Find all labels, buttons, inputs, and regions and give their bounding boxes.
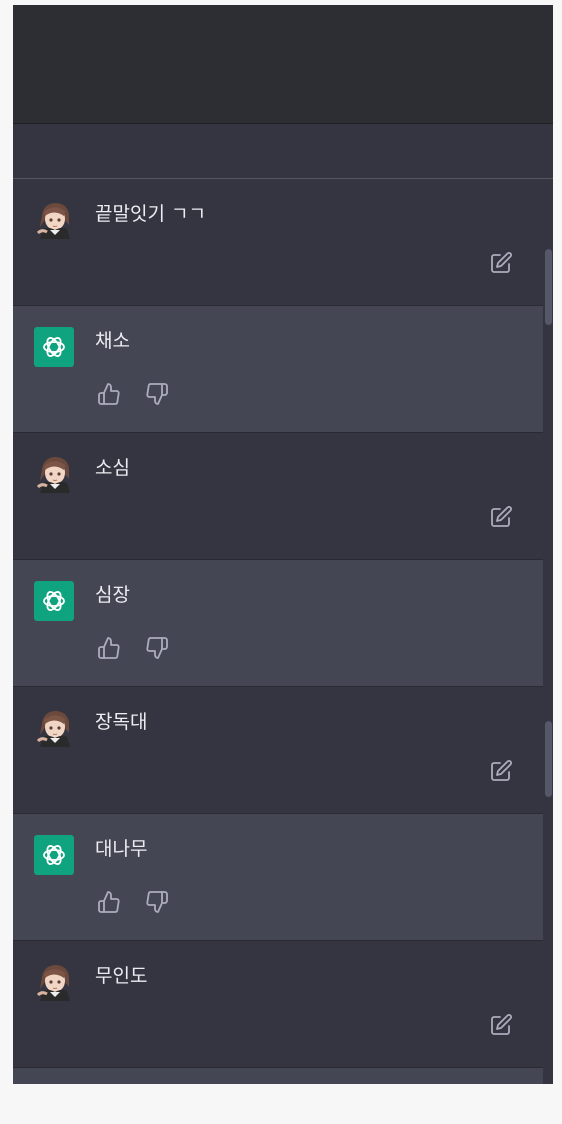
chat-window: 끝말잇기 ㄱㄱ 채소 소심 심장 장독대 대나무 무인도: [13, 5, 553, 1084]
thumbs-up-icon[interactable]: [97, 890, 121, 914]
openai-logo-icon: [34, 835, 74, 875]
user-avatar-icon: [34, 707, 74, 747]
assistant-message: 채소: [13, 306, 543, 433]
message-text: 채소: [95, 330, 130, 352]
thumbs-down-icon[interactable]: [145, 382, 169, 406]
edit-icon[interactable]: [489, 251, 513, 275]
message-text: 무인도: [95, 965, 148, 987]
user-message: 끝말잇기 ㄱㄱ: [13, 179, 543, 306]
user-avatar-icon: [34, 199, 74, 239]
message-list: 끝말잇기 ㄱㄱ 채소 소심 심장 장독대 대나무 무인도: [13, 179, 543, 1084]
assistant-message: 심장: [13, 560, 543, 687]
message-text: 대나무: [95, 838, 148, 860]
user-message: 무인도: [13, 941, 543, 1068]
thumbs-up-icon[interactable]: [97, 636, 121, 660]
user-avatar-icon: [34, 453, 74, 493]
thumbs-down-icon[interactable]: [145, 636, 169, 660]
edit-icon[interactable]: [489, 505, 513, 529]
scrollbar-thumb[interactable]: [545, 249, 552, 325]
user-message: 장독대: [13, 687, 543, 814]
message-text: 심장: [95, 584, 130, 606]
thumbs-up-icon[interactable]: [97, 382, 121, 406]
message-text: 소심: [95, 457, 130, 479]
scrollbar-thumb[interactable]: [545, 721, 552, 797]
chat-header-bar: [13, 123, 553, 179]
openai-logo-icon: [34, 327, 74, 367]
scrollbar-track[interactable]: [543, 179, 553, 1084]
openai-logo-icon: [34, 581, 74, 621]
assistant-message-partial: [13, 1068, 543, 1084]
message-text: 장독대: [95, 711, 148, 733]
edit-icon[interactable]: [489, 1013, 513, 1037]
user-message: 소심: [13, 433, 543, 560]
user-avatar-icon: [34, 961, 74, 1001]
assistant-message: 대나무: [13, 814, 543, 941]
top-bar: [13, 5, 553, 123]
edit-icon[interactable]: [489, 759, 513, 783]
thumbs-down-icon[interactable]: [145, 890, 169, 914]
message-text: 끝말잇기 ㄱㄱ: [95, 203, 206, 225]
